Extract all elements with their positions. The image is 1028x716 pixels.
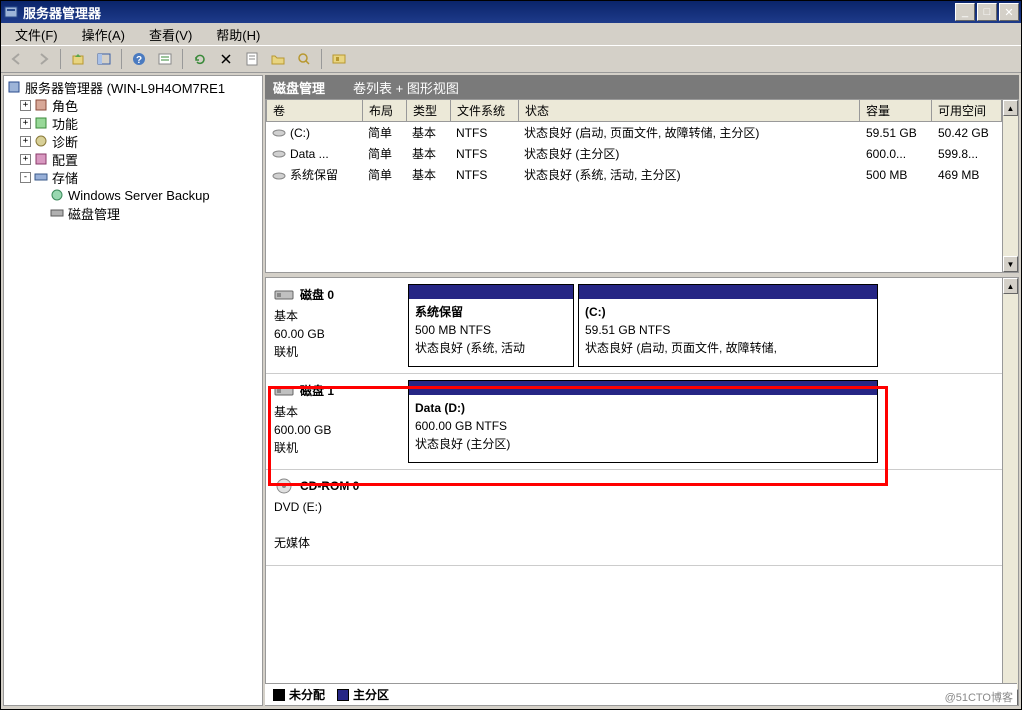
back-button bbox=[5, 47, 29, 71]
expand-icon[interactable]: + bbox=[20, 154, 31, 165]
storage-icon bbox=[33, 169, 49, 185]
legend-unallocated: 未分配 bbox=[273, 686, 325, 703]
content-subtitle: 卷列表 + 图形视图 bbox=[353, 78, 459, 97]
content-title: 磁盘管理 bbox=[273, 78, 325, 97]
expand-icon[interactable]: + bbox=[20, 136, 31, 147]
disk-scrollbar[interactable]: ▲ ▼ bbox=[1002, 278, 1018, 705]
menu-file[interactable]: 文件(F) bbox=[7, 23, 66, 46]
collapse-icon[interactable]: - bbox=[20, 172, 31, 183]
disk-info: CD-ROM 0 DVD (E:)无媒体 bbox=[272, 476, 408, 559]
config-icon bbox=[33, 151, 49, 167]
expand-icon[interactable]: + bbox=[20, 118, 31, 129]
menu-action[interactable]: 操作(A) bbox=[74, 23, 133, 46]
col-layout[interactable]: 布局 bbox=[363, 100, 407, 122]
col-status[interactable]: 状态 bbox=[519, 100, 860, 122]
scroll-up-icon[interactable]: ▲ bbox=[1003, 100, 1018, 116]
up-button[interactable] bbox=[66, 47, 90, 71]
sidebar-tree: 服务器管理器 (WIN-L9H4OM7RE1 + 角色 + 功能 + 诊断 bbox=[3, 75, 263, 706]
forward-button bbox=[31, 47, 55, 71]
open-button[interactable] bbox=[266, 47, 290, 71]
backup-icon bbox=[49, 187, 65, 203]
legend-primary: 主分区 bbox=[337, 686, 389, 703]
disk-row[interactable]: 磁盘 1 基本600.00 GB联机 Data (D:) 600.00 GB N… bbox=[266, 374, 1002, 470]
col-fs[interactable]: 文件系统 bbox=[451, 100, 519, 122]
tree-root[interactable]: 服务器管理器 (WIN-L9H4OM7RE1 bbox=[6, 78, 260, 96]
refresh-button[interactable] bbox=[188, 47, 212, 71]
col-capacity[interactable]: 容量 bbox=[860, 100, 932, 122]
swatch-black bbox=[273, 689, 285, 701]
watermark: @51CTO博客 bbox=[945, 689, 1013, 705]
disk-partition[interactable]: 系统保留 500 MB NTFS 状态良好 (系统, 活动 bbox=[408, 284, 574, 367]
disk-info: 磁盘 0 基本60.00 GB联机 bbox=[272, 284, 408, 367]
disk-partition[interactable]: Data (D:) 600.00 GB NTFS 状态良好 (主分区) bbox=[408, 380, 878, 463]
table-row[interactable]: 系统保留 简单 基本 NTFS 状态良好 (系统, 活动, 主分区) 500 M… bbox=[266, 164, 1002, 185]
diagnostics-icon bbox=[33, 133, 49, 149]
tree-backup[interactable]: Windows Server Backup bbox=[6, 186, 260, 204]
tree-diskmgmt[interactable]: 磁盘管理 bbox=[6, 204, 260, 222]
content-header: 磁盘管理 卷列表 + 图形视图 bbox=[265, 75, 1019, 99]
minimize-button[interactable]: _ bbox=[955, 3, 975, 21]
svg-text:?: ? bbox=[136, 55, 142, 66]
disk-row[interactable]: CD-ROM 0 DVD (E:)无媒体 bbox=[266, 470, 1002, 566]
table-row[interactable]: Data ... 简单 基本 NTFS 状态良好 (主分区) 600.0... … bbox=[266, 143, 1002, 164]
disk-icon bbox=[274, 478, 294, 494]
disk-graphic-panel: 磁盘 0 基本60.00 GB联机 系统保留 500 MB NTFS 状态良好 … bbox=[265, 277, 1019, 706]
roles-icon bbox=[33, 97, 49, 113]
list-button[interactable] bbox=[153, 47, 177, 71]
menubar: 文件(F) 操作(A) 查看(V) 帮助(H) bbox=[1, 23, 1021, 45]
features-icon bbox=[33, 115, 49, 131]
show-hide-button[interactable] bbox=[92, 47, 116, 71]
tree-roles[interactable]: + 角色 bbox=[6, 96, 260, 114]
server-icon bbox=[6, 79, 22, 95]
legend: 未分配 主分区 bbox=[265, 683, 1017, 705]
expand-icon[interactable]: + bbox=[20, 100, 31, 111]
scroll-down-icon[interactable]: ▼ bbox=[1003, 256, 1018, 272]
tree-storage[interactable]: - 存储 bbox=[6, 168, 260, 186]
delete-button[interactable] bbox=[214, 47, 238, 71]
col-free[interactable]: 可用空间 bbox=[932, 100, 1002, 122]
volume-list-panel: 卷 布局 类型 文件系统 状态 容量 可用空间 bbox=[265, 99, 1019, 273]
menu-view[interactable]: 查看(V) bbox=[141, 23, 200, 46]
disk-partition[interactable]: (C:) 59.51 GB NTFS 状态良好 (启动, 页面文件, 故障转储, bbox=[578, 284, 878, 367]
search-button[interactable] bbox=[292, 47, 316, 71]
volume-scrollbar[interactable]: ▲ ▼ bbox=[1002, 100, 1018, 272]
properties-button[interactable] bbox=[240, 47, 264, 71]
tree-diagnostics[interactable]: + 诊断 bbox=[6, 132, 260, 150]
volume-icon bbox=[272, 148, 286, 160]
disk-icon bbox=[274, 383, 294, 399]
scroll-up-icon[interactable]: ▲ bbox=[1003, 278, 1018, 294]
titlebar: 服务器管理器 _ □ ✕ bbox=[1, 1, 1021, 23]
window-title: 服务器管理器 bbox=[23, 3, 955, 22]
diskmgmt-icon bbox=[49, 205, 65, 221]
content-area: 磁盘管理 卷列表 + 图形视图 卷 布局 类型 文件系统 bbox=[265, 75, 1019, 706]
swatch-blue bbox=[337, 689, 349, 701]
volume-table: 卷 布局 类型 文件系统 状态 容量 可用空间 bbox=[266, 100, 1002, 122]
close-button[interactable]: ✕ bbox=[999, 3, 1019, 21]
col-volume[interactable]: 卷 bbox=[267, 100, 363, 122]
maximize-button[interactable]: □ bbox=[977, 3, 997, 21]
app-icon bbox=[3, 4, 19, 20]
menu-help[interactable]: 帮助(H) bbox=[208, 23, 268, 46]
volume-icon bbox=[272, 170, 286, 182]
extra-button[interactable] bbox=[327, 47, 351, 71]
disk-row[interactable]: 磁盘 0 基本60.00 GB联机 系统保留 500 MB NTFS 状态良好 … bbox=[266, 278, 1002, 374]
help-button[interactable]: ? bbox=[127, 47, 151, 71]
tree-configuration[interactable]: + 配置 bbox=[6, 150, 260, 168]
toolbar: ? bbox=[1, 45, 1021, 73]
disk-icon bbox=[274, 287, 294, 303]
table-row[interactable]: (C:) 简单 基本 NTFS 状态良好 (启动, 页面文件, 故障转储, 主分… bbox=[266, 122, 1002, 143]
volume-icon bbox=[272, 127, 286, 139]
disk-info: 磁盘 1 基本600.00 GB联机 bbox=[272, 380, 408, 463]
col-type[interactable]: 类型 bbox=[407, 100, 451, 122]
tree-features[interactable]: + 功能 bbox=[6, 114, 260, 132]
